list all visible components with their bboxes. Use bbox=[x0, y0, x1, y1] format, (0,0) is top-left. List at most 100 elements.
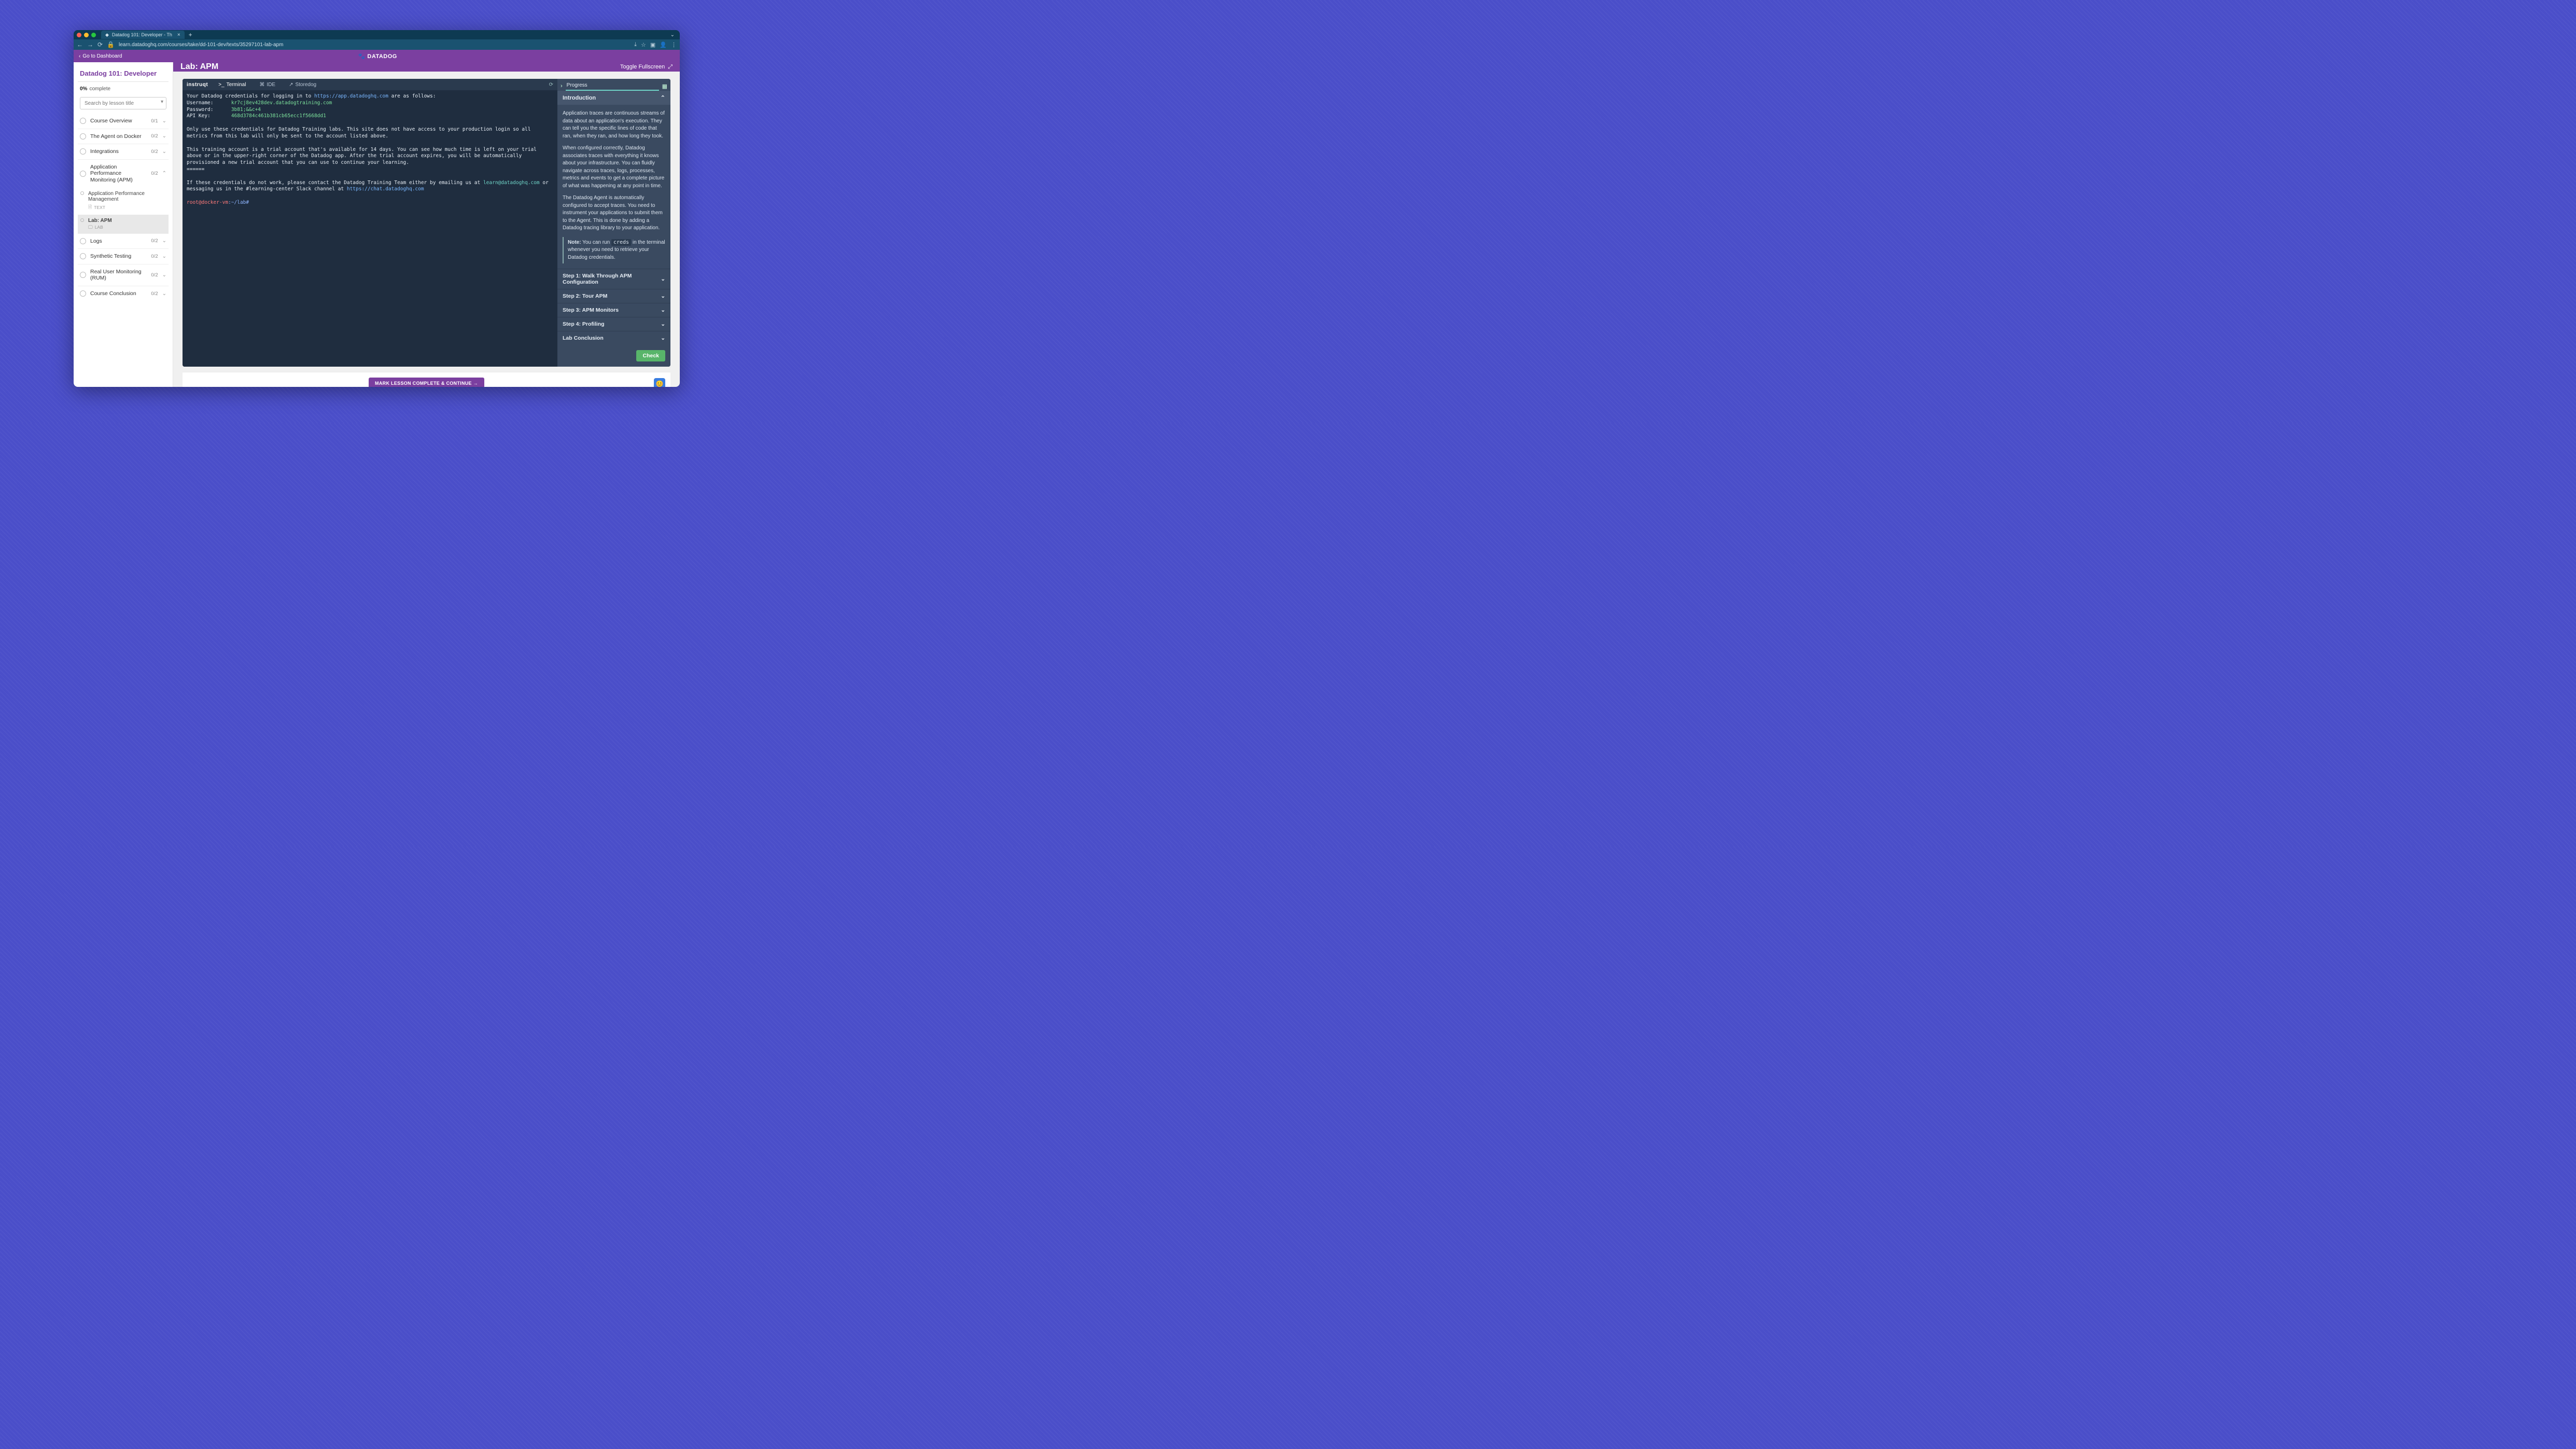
lesson-count: 0/2 bbox=[151, 254, 158, 259]
lesson-item-apm[interactable]: Application Performance Monitoring (APM)… bbox=[78, 159, 169, 188]
toggle-fullscreen-button[interactable]: Toggle Fullscreen ⤢ bbox=[620, 64, 673, 71]
lesson-item[interactable]: Logs 0/2 ⌄ bbox=[78, 233, 169, 249]
step-row-2[interactable]: Step 2: Tour APM⌄ bbox=[557, 289, 670, 303]
lesson-count: 0/1 bbox=[151, 118, 158, 124]
mark-complete-button[interactable]: MARK LESSON COMPLETE & CONTINUE → bbox=[369, 378, 484, 387]
chevron-down-icon[interactable]: ⌄ bbox=[162, 238, 166, 244]
lesson-status-icon bbox=[80, 133, 86, 140]
progress-word: complete bbox=[89, 86, 110, 92]
kebab-menu-icon[interactable]: ⋮ bbox=[671, 41, 677, 48]
tab-terminal[interactable]: >_Terminal bbox=[215, 81, 249, 89]
lesson-status-icon bbox=[80, 238, 86, 244]
course-progress: 0% complete bbox=[80, 86, 166, 92]
intro-body: Application traces are continuous stream… bbox=[557, 105, 670, 269]
tab-storedog[interactable]: ↗Storedog bbox=[286, 81, 319, 89]
grid-icon[interactable]: ▦ bbox=[662, 83, 667, 90]
chevron-up-icon[interactable]: ⌃ bbox=[162, 171, 166, 176]
sub-lesson-type: LAB bbox=[95, 225, 103, 230]
lesson-title: Application Performance Monitoring (APM) bbox=[90, 164, 147, 184]
browser-tab[interactable]: ◆ Datadog 101: Developer - Th × bbox=[101, 31, 185, 39]
go-to-dashboard-link[interactable]: ‹ Go to Dashboard bbox=[79, 53, 122, 59]
lesson-title: Course Overview bbox=[90, 118, 147, 124]
accordion-intro[interactable]: Introduction ⌃ bbox=[557, 91, 670, 105]
chevron-down-icon: ⌄ bbox=[661, 321, 665, 327]
lesson-item[interactable]: Real User Monitoring (RUM) 0/2 ⌄ bbox=[78, 264, 169, 286]
lab-tabs: instruqt >_Terminal ⌘IDE ↗Storedog ⟳ bbox=[183, 79, 557, 90]
step-row-conclusion[interactable]: Lab Conclusion⌄ bbox=[557, 331, 670, 345]
course-sidebar: Datadog 101: Developer 0% complete ▾ Cou… bbox=[74, 62, 173, 387]
chevron-left-icon: ‹ bbox=[79, 53, 80, 59]
sub-lesson-lab-apm[interactable]: Lab: APM 🖵LAB bbox=[78, 215, 169, 233]
course-title: Datadog 101: Developer bbox=[78, 69, 169, 82]
fullscreen-icon: ⤢ bbox=[668, 64, 673, 71]
chat-fab[interactable]: 😊 bbox=[654, 378, 665, 387]
minimize-window-icon[interactable] bbox=[84, 33, 89, 37]
datadog-icon: 🐾 bbox=[358, 53, 366, 60]
lab-side-panel: › Progress ▦ Introduction ⌃ Application … bbox=[557, 79, 670, 367]
nav-back-icon[interactable]: ← bbox=[77, 41, 83, 48]
sub-lesson-apm-text[interactable]: Application Performance Management 🗎TEXT bbox=[78, 188, 169, 215]
lesson-count: 0/2 bbox=[151, 171, 158, 176]
step-row-4[interactable]: Step 4: Profiling⌄ bbox=[557, 317, 670, 331]
lab-frame: instruqt >_Terminal ⌘IDE ↗Storedog ⟳ You… bbox=[183, 79, 670, 367]
lesson-title: Synthetic Testing bbox=[90, 253, 147, 260]
lab-icon: 🖵 bbox=[88, 225, 93, 230]
lesson-title: Logs bbox=[90, 238, 147, 245]
lesson-search[interactable]: ▾ bbox=[80, 97, 166, 109]
chevron-down-icon[interactable]: ⌄ bbox=[162, 254, 166, 259]
profile-icon[interactable]: 👤 bbox=[660, 41, 667, 48]
lesson-count: 0/2 bbox=[151, 272, 158, 278]
panel-expand-icon[interactable]: › bbox=[561, 83, 563, 89]
extensions-icon[interactable]: ▣ bbox=[650, 41, 655, 48]
maximize-window-icon[interactable] bbox=[91, 33, 96, 37]
terminal-prompt[interactable]: root@docker-vm:~/lab# bbox=[187, 200, 249, 205]
lesson-footer: MARK LESSON COMPLETE & CONTINUE → 😊 bbox=[183, 372, 670, 387]
tabs-menu-icon[interactable]: ⌄ bbox=[670, 32, 675, 38]
chevron-down-icon[interactable]: ⌄ bbox=[162, 118, 166, 124]
browser-tabbar: ◆ Datadog 101: Developer - Th × + ⌄ bbox=[74, 30, 680, 39]
creds-code: creds bbox=[611, 239, 631, 246]
chevron-down-icon[interactable]: ⌄ bbox=[162, 133, 166, 139]
install-icon[interactable]: ⤓ bbox=[634, 41, 637, 48]
lesson-item[interactable]: The Agent on Docker 0/2 ⌄ bbox=[78, 129, 169, 144]
note-label: Note: bbox=[568, 240, 581, 245]
terminal-body[interactable]: Your Datadog credentials for logging in … bbox=[183, 90, 557, 367]
main-content: Lab: APM Toggle Fullscreen ⤢ instruqt >_… bbox=[173, 62, 680, 387]
lesson-title: Lab: APM bbox=[180, 62, 218, 72]
toggle-fullscreen-label: Toggle Fullscreen bbox=[620, 64, 665, 70]
step-row-3[interactable]: Step 3: APM Monitors⌄ bbox=[557, 303, 670, 317]
chevron-down-icon[interactable]: ⌄ bbox=[162, 149, 166, 155]
chevron-down-icon: ⌄ bbox=[661, 307, 665, 313]
tab-ide[interactable]: ⌘IDE bbox=[256, 81, 278, 89]
lesson-count: 0/2 bbox=[151, 149, 158, 155]
chevron-down-icon[interactable]: ▾ bbox=[161, 99, 163, 105]
chevron-down-icon: ⌄ bbox=[661, 276, 665, 282]
lesson-count: 0/2 bbox=[151, 238, 158, 244]
lesson-title: Real User Monitoring (RUM) bbox=[90, 269, 147, 282]
lesson-item[interactable]: Course Overview 0/1 ⌄ bbox=[78, 114, 169, 129]
lesson-item[interactable]: Synthetic Testing 0/2 ⌄ bbox=[78, 248, 169, 264]
new-tab-button[interactable]: + bbox=[189, 31, 192, 38]
chat-icon: 😊 bbox=[656, 380, 664, 387]
check-button[interactable]: Check bbox=[636, 350, 665, 361]
chevron-down-icon[interactable]: ⌄ bbox=[162, 291, 166, 297]
reload-icon[interactable]: ⟳ bbox=[549, 82, 553, 88]
chevron-down-icon: ⌄ bbox=[661, 335, 665, 341]
lesson-status-icon bbox=[80, 148, 86, 155]
close-window-icon[interactable] bbox=[77, 33, 81, 37]
lesson-item[interactable]: Course Conclusion 0/2 ⌄ bbox=[78, 286, 169, 301]
progress-tab[interactable]: Progress bbox=[566, 81, 659, 91]
nav-reload-icon[interactable]: ⟳ bbox=[97, 41, 103, 48]
tab-close-icon[interactable]: × bbox=[177, 32, 180, 38]
lesson-count: 0/2 bbox=[151, 291, 158, 297]
lesson-item[interactable]: Integrations 0/2 ⌄ bbox=[78, 144, 169, 159]
url-text[interactable]: learn.datadoghq.com/courses/take/dd-101-… bbox=[119, 42, 630, 48]
lesson-title: Course Conclusion bbox=[90, 290, 147, 297]
star-icon[interactable]: ☆ bbox=[641, 41, 646, 48]
step-row-1[interactable]: Step 1: Walk Through APM Configuration⌄ bbox=[557, 269, 670, 289]
chevron-down-icon[interactable]: ⌄ bbox=[162, 272, 166, 278]
nav-forward-icon[interactable]: → bbox=[87, 41, 93, 48]
search-input[interactable] bbox=[80, 97, 166, 109]
lesson-header: Lab: APM Toggle Fullscreen ⤢ bbox=[173, 62, 680, 72]
sub-lesson-type: TEXT bbox=[94, 205, 105, 210]
